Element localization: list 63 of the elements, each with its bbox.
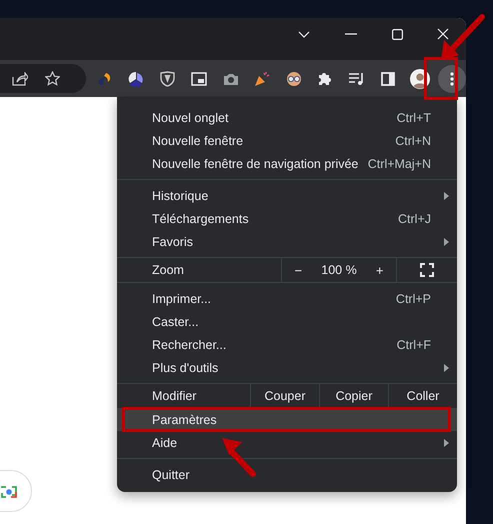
edit-action-button[interactable]: Couper bbox=[250, 384, 319, 408]
share-icon bbox=[12, 72, 28, 86]
zoom-out-button[interactable]: − bbox=[288, 262, 308, 278]
chevron-down-icon bbox=[298, 30, 310, 38]
side-panel-icon bbox=[381, 72, 395, 86]
menu-item-label: Quitter bbox=[152, 468, 190, 482]
shortcut-text: Ctrl+J bbox=[398, 212, 431, 226]
shortcut-text: Ctrl+Maj+N bbox=[368, 156, 431, 170]
menu-item-label: Aide bbox=[152, 436, 178, 450]
avatar-icon bbox=[410, 68, 430, 90]
star-icon bbox=[44, 71, 60, 86]
playlist-icon bbox=[348, 72, 365, 86]
menu-item[interactable]: Imprimer... Ctrl+P bbox=[117, 287, 457, 310]
lens-camera-icon[interactable] bbox=[1, 484, 17, 498]
shortcut-text: Ctrl+P bbox=[396, 292, 431, 306]
minimize-icon bbox=[345, 33, 357, 35]
menu-item[interactable]: Rechercher... Ctrl+F bbox=[117, 333, 457, 356]
camera-icon bbox=[222, 72, 238, 86]
menu-item-label: Nouvelle fenêtre de navigation privée bbox=[152, 156, 358, 170]
shortcut-text: Ctrl+N bbox=[395, 134, 431, 148]
menu-item-label: Paramètres bbox=[152, 412, 217, 426]
pointer-arrow bbox=[441, 14, 485, 60]
puzzle-icon bbox=[317, 70, 333, 86]
zoom-in-button[interactable]: + bbox=[370, 262, 390, 278]
shield-icon bbox=[160, 70, 175, 86]
menu-item[interactable]: Nouvel onglet Ctrl+T bbox=[117, 106, 457, 129]
menu-item[interactable]: Caster... bbox=[117, 310, 457, 333]
menu-item-label: Nouvelle fenêtre bbox=[152, 134, 244, 148]
fullscreen-icon bbox=[420, 263, 434, 277]
menu-item[interactable]: Favoris bbox=[117, 230, 457, 253]
menu-item-label: Plus d'outils bbox=[152, 360, 218, 374]
menu-item[interactable]: Téléchargements Ctrl+J bbox=[117, 207, 457, 230]
menu-item-label: Favoris bbox=[152, 234, 193, 248]
menu-item-label: Zoom bbox=[151, 262, 185, 279]
shortcut-text: Ctrl+T bbox=[396, 110, 431, 124]
highlight-frame bbox=[424, 57, 458, 100]
menu-item-label: Nouvel onglet bbox=[152, 110, 228, 124]
party-popper-icon bbox=[254, 70, 270, 86]
address-bar[interactable] bbox=[0, 64, 86, 93]
menu-item-label: Modifier bbox=[151, 388, 198, 405]
menu-item-label: Historique bbox=[152, 188, 208, 202]
menu-item[interactable]: Historique bbox=[117, 184, 457, 207]
more-vertical-icon bbox=[450, 72, 454, 86]
menu-item[interactable]: Nouvelle fenêtre Ctrl+N bbox=[117, 129, 457, 152]
swirl-icon bbox=[96, 70, 112, 86]
edit-action-button[interactable]: Copier bbox=[319, 384, 388, 408]
menu-item[interactable]: Paramètres bbox=[117, 408, 457, 431]
menu-item[interactable]: Plus d'outils bbox=[117, 356, 457, 379]
menu-item[interactable]: Nouvelle fenêtre de navigation privée Ctrl+Maj+N bbox=[117, 152, 457, 175]
zoom-level-text: 100 % bbox=[321, 263, 357, 277]
maximize-icon bbox=[392, 28, 402, 40]
menu-item-label: Caster... bbox=[152, 314, 199, 328]
menu-item[interactable]: Quitter bbox=[117, 463, 457, 486]
cartoon-glasses-face-icon bbox=[284, 70, 302, 86]
pointer-arrow bbox=[222, 438, 256, 477]
shortcut-text: Ctrl+F bbox=[396, 338, 431, 352]
avatar-extension-button[interactable] bbox=[410, 66, 430, 90]
menu-item-label: Rechercher... bbox=[152, 338, 226, 352]
picture-in-picture-icon bbox=[191, 72, 207, 86]
menu-item[interactable]: Aide bbox=[117, 431, 457, 454]
menu-item-label: Téléchargements bbox=[152, 212, 249, 226]
close-icon bbox=[437, 28, 449, 40]
menu-item-label: Imprimer... bbox=[152, 292, 212, 306]
